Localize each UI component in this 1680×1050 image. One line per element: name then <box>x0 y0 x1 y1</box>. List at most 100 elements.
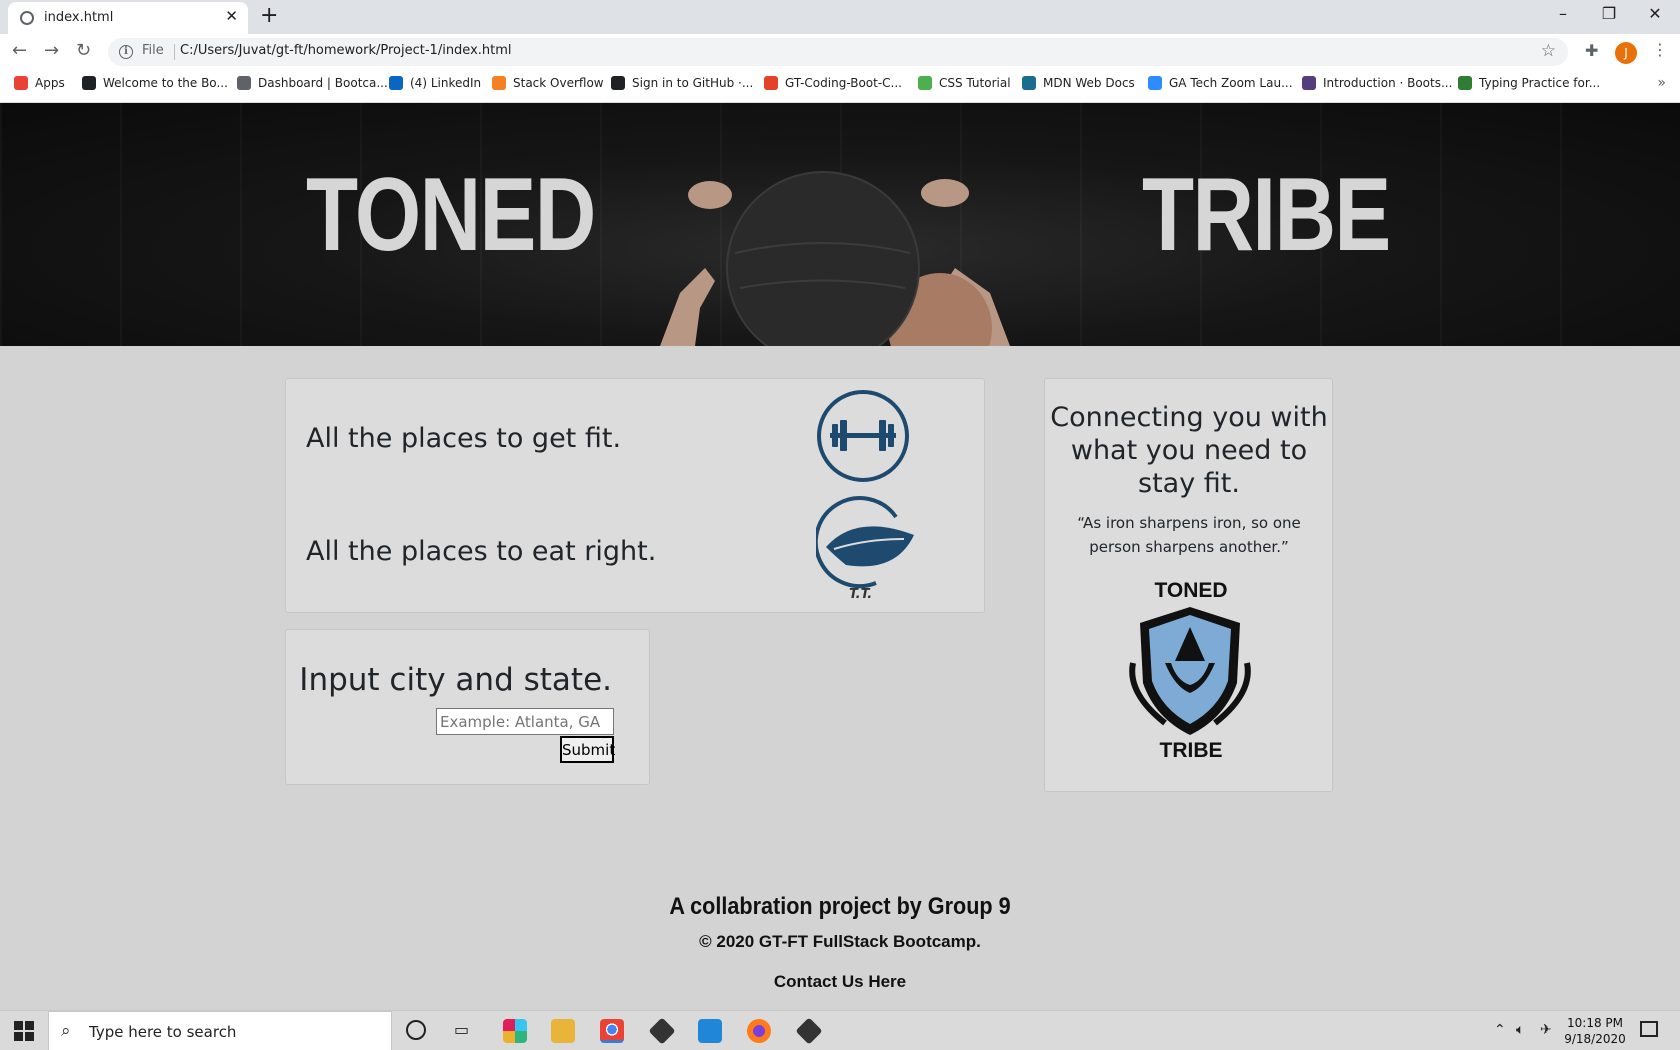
bookmark-favicon-icon <box>14 76 28 90</box>
bookmark-item[interactable]: Apps <box>14 76 65 90</box>
bookmark-favicon-icon <box>237 76 251 90</box>
side-card: Connecting you with what you need to sta… <box>1044 378 1333 792</box>
bookmark-item[interactable]: Welcome to the Bo... <box>82 76 228 90</box>
windows-start-icon[interactable] <box>14 1021 34 1041</box>
clock-time: 10:18 PM <box>1567 1016 1623 1030</box>
minimize-icon[interactable]: – <box>1540 4 1586 23</box>
taskbar-search[interactable]: ⌕ Type here to search <box>48 1011 392 1050</box>
submit-button[interactable]: Submit <box>560 736 615 763</box>
bookmark-favicon-icon <box>1302 76 1316 90</box>
bookmark-favicon-icon <box>492 76 506 90</box>
bookmark-favicon-icon <box>611 76 625 90</box>
athlete-image <box>660 171 1010 346</box>
bookmark-label: MDN Web Docs <box>1043 76 1135 90</box>
system-clock[interactable]: 10:18 PM 9/18/2020 <box>1550 1015 1640 1047</box>
address-url[interactable]: C:/Users/Juvat/gt-ft/homework/Project-1/… <box>180 43 512 58</box>
browser-tab-strip: index.html ✕ + – ❐ ✕ <box>0 0 1680 34</box>
chrome-icon[interactable] <box>600 1019 624 1043</box>
contact-link[interactable]: Contact Us Here <box>0 972 1680 992</box>
forward-icon[interactable]: → <box>44 40 59 61</box>
close-window-icon[interactable]: ✕ <box>1632 4 1678 23</box>
cortana-icon[interactable] <box>406 1020 426 1040</box>
back-icon[interactable]: ← <box>12 40 27 61</box>
git-bash-icon[interactable] <box>648 1017 676 1045</box>
browser-menu-icon[interactable]: ⋮ <box>1652 40 1668 59</box>
bookmark-favicon-icon <box>82 76 96 90</box>
hero-banner: TONED TRIBE <box>0 103 1680 346</box>
volume-icon[interactable]: 🔈︎ <box>1516 1022 1524 1038</box>
address-bar[interactable]: i File C:/Users/Juvat/gt-ft/homework/Pro… <box>108 38 1568 66</box>
tribe-shield-logo <box>1129 607 1251 735</box>
hero-word-left: TONED <box>306 157 596 273</box>
footer-copyright: © 2020 GT-FT FullStack Bootcamp. <box>699 932 981 951</box>
bookmark-label: Stack Overflow <box>513 76 604 90</box>
footer-title: A collabration project by Group 9 <box>669 893 1011 920</box>
bookmark-label: CSS Tutorial <box>939 76 1011 90</box>
vscode-icon[interactable] <box>698 1019 722 1043</box>
git-gui-icon[interactable] <box>795 1017 823 1045</box>
bookmark-label: Welcome to the Bo... <box>103 76 228 90</box>
bookmark-label: GA Tech Zoom Lau... <box>1169 76 1293 90</box>
new-tab-icon[interactable]: + <box>260 3 278 28</box>
info-icon[interactable]: i <box>119 45 133 59</box>
bookmark-label: Sign in to GitHub ·... <box>632 76 754 90</box>
bookmark-favicon-icon <box>1022 76 1036 90</box>
hero-word-right: TRIBE <box>1142 157 1391 273</box>
globe-icon <box>20 11 34 25</box>
search-title: Input city and state. <box>299 662 612 698</box>
logo-bottom-text: TRIBE <box>1159 739 1223 762</box>
bookmark-item[interactable]: Stack Overflow <box>492 76 604 90</box>
close-tab-icon[interactable]: ✕ <box>225 7 238 25</box>
bookmark-label: Typing Practice for... <box>1479 76 1601 90</box>
places-logo-caption: T.T. <box>849 587 873 602</box>
search-card: Input city and state. Submit <box>285 629 650 785</box>
restore-icon[interactable]: ❐ <box>1586 4 1632 23</box>
bookmark-favicon-icon <box>918 76 932 90</box>
address-separator <box>174 44 175 60</box>
browser-tab[interactable]: index.html ✕ <box>8 2 248 34</box>
logo-top-text: TONED <box>1154 579 1228 602</box>
bookmark-item[interactable]: Dashboard | Bootca... <box>237 76 388 90</box>
bookmark-item[interactable]: (4) LinkedIn <box>389 76 481 90</box>
places-card: All the places to get fit. All the place… <box>285 378 985 613</box>
city-state-input[interactable] <box>436 708 614 735</box>
bookmark-item[interactable]: Typing Practice for... <box>1458 76 1600 90</box>
bookmark-item[interactable]: Introduction · Boots... <box>1302 76 1452 90</box>
side-quote: “As iron sharpens iron, so one person sh… <box>1077 514 1301 556</box>
firefox-icon[interactable] <box>747 1019 771 1043</box>
reload-icon[interactable]: ↻ <box>76 40 91 61</box>
notifications-icon[interactable] <box>1640 1021 1658 1037</box>
extensions-icon[interactable]: ✚ <box>1585 41 1598 60</box>
bookmark-favicon-icon <box>1458 76 1472 90</box>
dumbbell-icon <box>817 390 909 482</box>
bookmark-label: Dashboard | Bootca... <box>258 76 388 90</box>
search-icon: ⌕ <box>61 1021 71 1041</box>
bookmark-favicon-icon <box>764 76 778 90</box>
side-title: Connecting you with what you need to sta… <box>1050 402 1328 499</box>
bookmark-label: (4) LinkedIn <box>410 76 482 90</box>
taskbar-search-placeholder: Type here to search <box>89 1023 237 1041</box>
bookmark-star-icon[interactable]: ☆ <box>1541 41 1556 61</box>
tray-chevron-icon[interactable]: ⌃ <box>1494 1022 1506 1038</box>
bookmark-label: Introduction · Boots... <box>1323 76 1453 90</box>
bookmark-favicon-icon <box>1148 76 1162 90</box>
bookmark-label: GT-Coding-Boot-C... <box>785 76 902 90</box>
more-bookmarks-icon[interactable]: » <box>1657 75 1666 91</box>
bookmark-item[interactable]: MDN Web Docs <box>1022 76 1135 90</box>
profile-avatar[interactable]: J <box>1615 42 1637 64</box>
bookmark-favicon-icon <box>389 76 403 90</box>
places-fit-text: All the places to get fit. <box>306 423 622 454</box>
task-view-icon[interactable]: ▭ <box>454 1020 469 1039</box>
bookmark-item[interactable]: GT-Coding-Boot-C... <box>764 76 902 90</box>
clock-date: 9/18/2020 <box>1564 1032 1626 1046</box>
bookmark-item[interactable]: Sign in to GitHub ·... <box>611 76 753 90</box>
bookmark-item[interactable]: CSS Tutorial <box>918 76 1011 90</box>
browser-toolbar: ← → ↻ i File C:/Users/Juvat/gt-ft/homewo… <box>0 34 1680 70</box>
address-scheme: File <box>142 43 164 58</box>
file-explorer-icon[interactable] <box>551 1019 575 1043</box>
slack-icon[interactable] <box>503 1019 527 1043</box>
windows-taskbar: ⌕ Type here to search ▭ ⌃ 🔈︎ ✈︎ 10:18 PM… <box>0 1010 1680 1050</box>
bookmarks-bar: » Apps Welcome to the Bo... Dashboard | Bo… <box>0 70 1680 103</box>
bookmark-item[interactable]: GA Tech Zoom Lau... <box>1148 76 1293 90</box>
places-eat-text: All the places to eat right. <box>306 536 657 567</box>
